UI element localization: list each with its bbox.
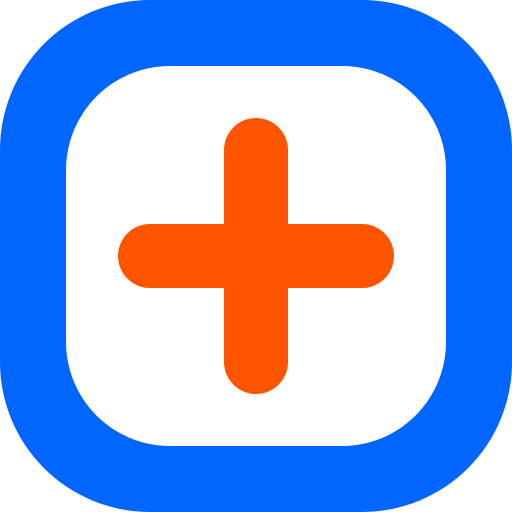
add-plus-icon[interactable] <box>0 0 512 512</box>
icon-canvas <box>0 0 512 512</box>
